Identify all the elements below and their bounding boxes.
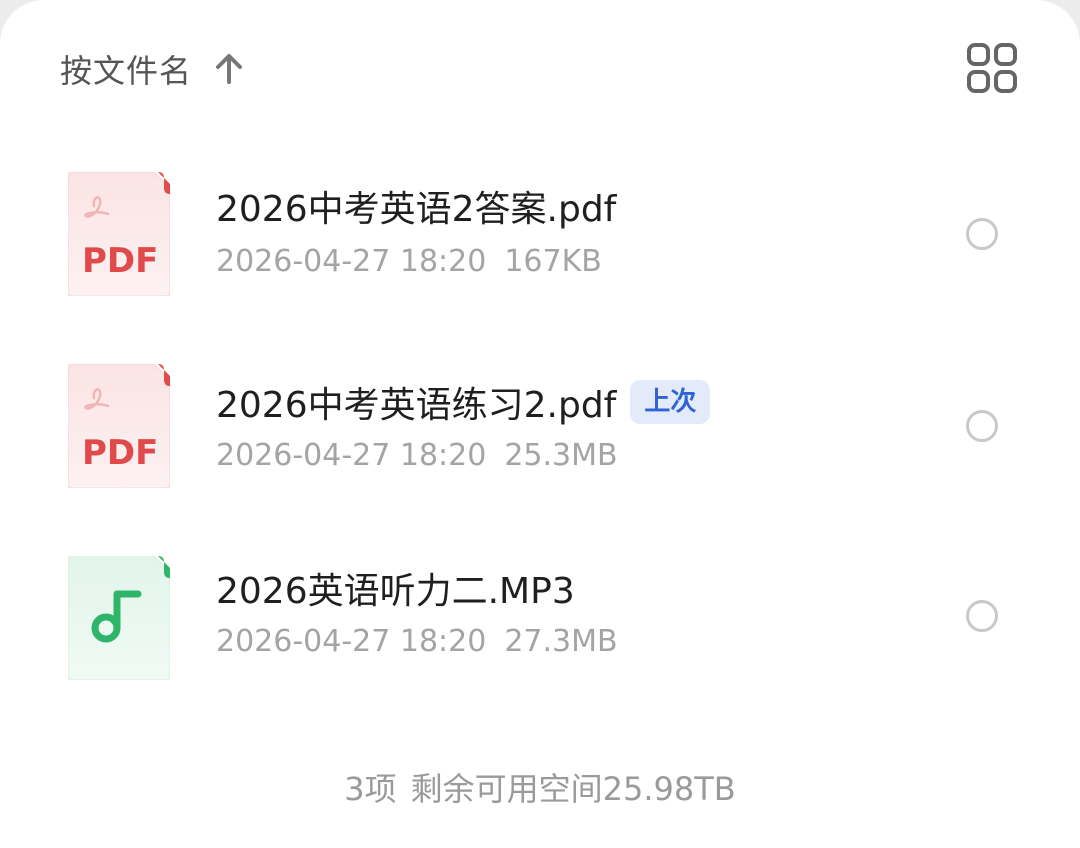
file-meta: 2026-04-27 18:20 27.3MB bbox=[216, 624, 618, 659]
arrow-up-icon bbox=[216, 54, 243, 84]
select-checkbox[interactable] bbox=[966, 218, 998, 250]
file-name: 2026中考英语练习2.pdf 上次 bbox=[216, 376, 711, 428]
music-file-icon bbox=[68, 556, 170, 680]
grid-view-icon[interactable] bbox=[966, 42, 1018, 94]
select-checkbox[interactable] bbox=[966, 410, 998, 442]
file-date: 2026-04-27 18:20 bbox=[216, 244, 487, 279]
file-meta: 2026-04-27 18:20 25.3MB bbox=[216, 438, 618, 473]
file-name-text: 2026中考英语2答案.pdf bbox=[216, 189, 617, 230]
file-name: 2026中考英语2答案.pdf bbox=[216, 180, 616, 232]
file-row[interactable]: 2026英语听力二.MP3 2026-04-27 18:20 27.3MB bbox=[0, 542, 1080, 692]
file-date: 2026-04-27 18:20 bbox=[216, 624, 487, 659]
pdf-file-icon: PDF bbox=[68, 172, 170, 296]
file-row[interactable]: PDF 2026中考英语2答案.pdf 2026-04-27 18:20 167K… bbox=[0, 158, 1080, 308]
storage-footer: 3项 剩余可用空间25.98TB bbox=[0, 764, 1080, 810]
sort-label: 按文件名 bbox=[60, 52, 193, 90]
file-name-text: 2026英语听力二.MP3 bbox=[216, 571, 575, 612]
pdf-icon-label: PDF bbox=[82, 433, 158, 473]
file-name-text: 2026中考英语练习2.pdf bbox=[216, 385, 617, 426]
file-list-sheet: 按文件名 PDF 2026中考英语2答案.pdf 2026-04-27 18:2… bbox=[0, 0, 1080, 848]
file-size: 27.3MB bbox=[504, 624, 618, 659]
file-date: 2026-04-27 18:20 bbox=[216, 438, 487, 473]
last-opened-badge: 上次 bbox=[630, 380, 711, 424]
sort-by-name-button[interactable]: 按文件名 bbox=[60, 38, 246, 100]
file-name: 2026英语听力二.MP3 bbox=[216, 562, 575, 614]
file-row[interactable]: PDF 2026中考英语练习2.pdf 上次 2026-04-27 18:20 2… bbox=[0, 350, 1080, 500]
pdf-icon-label: PDF bbox=[82, 241, 158, 281]
file-size: 167KB bbox=[504, 244, 602, 279]
item-count: 3项 bbox=[344, 770, 397, 808]
file-size: 25.3MB bbox=[504, 438, 618, 473]
file-meta: 2026-04-27 18:20 167KB bbox=[216, 244, 602, 279]
select-checkbox[interactable] bbox=[966, 600, 998, 632]
free-space: 剩余可用空间25.98TB bbox=[410, 770, 736, 808]
pdf-file-icon: PDF bbox=[68, 364, 170, 488]
